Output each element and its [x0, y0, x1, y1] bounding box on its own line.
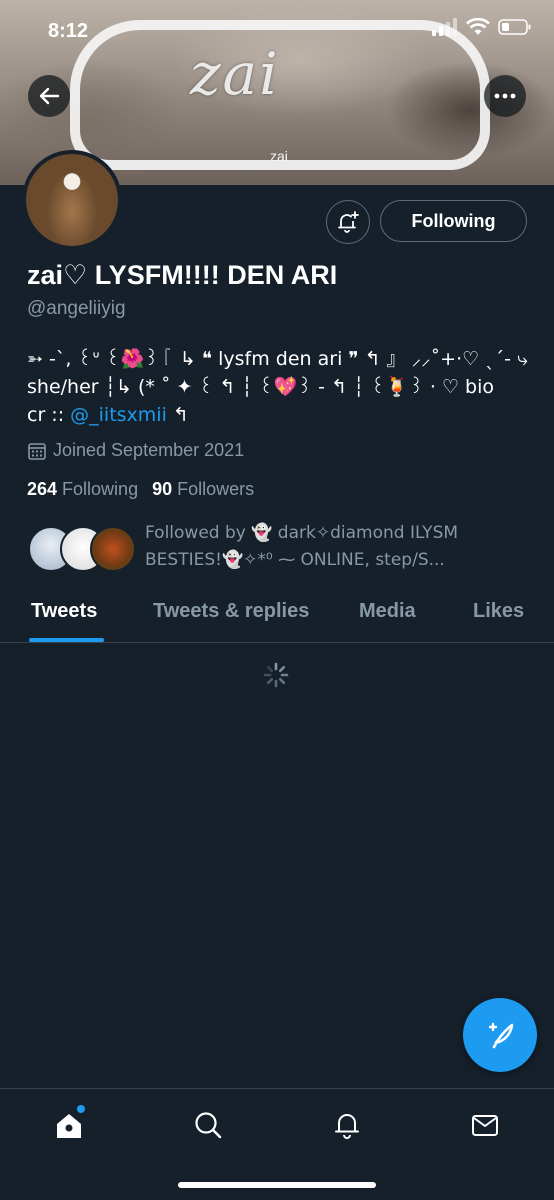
tab-tweets-replies[interactable]: Tweets & replies [153, 600, 309, 623]
nav-notifications[interactable] [327, 1105, 367, 1145]
banner-small-label: zai [270, 148, 288, 164]
home-icon [57, 1114, 81, 1138]
signal-icon [432, 18, 457, 36]
following-button[interactable]: Following [380, 200, 527, 242]
followers-count: 90 [152, 479, 173, 499]
profile-bio: ➳ -`, ꒰ᐡ ꒰🌺꒱『 ↳ ❝ lysfm den ari ❞ ↰ 』 ⸝⸝… [27, 345, 532, 429]
followers-count-link[interactable]: 90 Followers [152, 479, 254, 500]
followed-by-line: Followed by 👻 dark✧diamond ILYSM [145, 523, 459, 543]
wifi-icon [466, 18, 490, 35]
compose-tweet-button[interactable] [463, 998, 537, 1072]
search-icon [195, 1112, 222, 1139]
more-options-button[interactable] [484, 75, 526, 117]
back-arrow-icon [39, 87, 60, 105]
notify-button[interactable] [326, 200, 370, 244]
bio-line: cr :: @_iitsxmii ↰ [27, 401, 532, 429]
user-handle: @angeliiyig [27, 298, 126, 319]
bio-line: ➳ -`, ꒰ᐡ ꒰🌺꒱『 ↳ ❝ lysfm den ari ❞ ↰ 』 ⸝⸝… [27, 348, 528, 370]
joined-text: Joined September 2021 [53, 440, 245, 460]
active-tab-indicator [29, 638, 104, 642]
nav-messages[interactable] [465, 1105, 505, 1145]
more-icon [494, 93, 516, 99]
profile-avatar[interactable] [22, 150, 122, 250]
nav-search[interactable] [188, 1105, 228, 1145]
display-name: zai♡ LYSFM!!!! DEN ARI [27, 260, 338, 290]
tab-tweets[interactable]: Tweets [31, 600, 97, 623]
calendar-icon [28, 442, 46, 460]
bio-mention-link[interactable]: @_iitsxmii [70, 404, 167, 426]
bio-line: she/her ┆↳ (* ˚ ✦ ꒰ ↰ ┆ ꒰💖꒱ - ↰ ┆ ꒰🍹꒱ · … [27, 376, 495, 398]
followed-by-line: BESTIES!👻✧*⁰ ⁓ ONLINE, step/S... [145, 550, 445, 570]
tab-media[interactable]: Media [359, 600, 416, 623]
following-label: Following [62, 479, 139, 499]
followers-label: Followers [177, 479, 255, 499]
nav-home[interactable] [49, 1105, 89, 1145]
compose-icon [488, 1022, 514, 1049]
avatar [90, 526, 136, 572]
mail-icon [472, 1115, 498, 1136]
bio-text: ↰ [166, 404, 189, 426]
follow-counts: 264 Following 90 Followers [27, 479, 254, 500]
battery-icon [498, 19, 531, 35]
home-notification-dot [77, 1105, 85, 1113]
bell-plus-icon [338, 211, 359, 233]
tab-likes[interactable]: Likes [473, 600, 524, 623]
profile-tabs: Tweets Tweets & replies Media Likes [0, 586, 554, 643]
followed-by-avatars[interactable] [28, 526, 138, 574]
status-time: 8:12 [48, 20, 89, 42]
back-button[interactable] [28, 75, 70, 117]
loading-spinner-icon [263, 662, 289, 688]
bell-icon [335, 1114, 359, 1139]
following-count-link[interactable]: 264 Following [27, 479, 138, 500]
banner-lettering: zai [190, 40, 280, 108]
home-indicator [178, 1182, 376, 1188]
status-icons [432, 18, 532, 36]
bio-text: cr :: [27, 404, 71, 426]
joined-date: Joined September 2021 [27, 440, 244, 461]
following-count: 264 [27, 479, 58, 499]
followed-by-text[interactable]: Followed by 👻 dark✧diamond ILYSM BESTIES… [145, 520, 535, 574]
